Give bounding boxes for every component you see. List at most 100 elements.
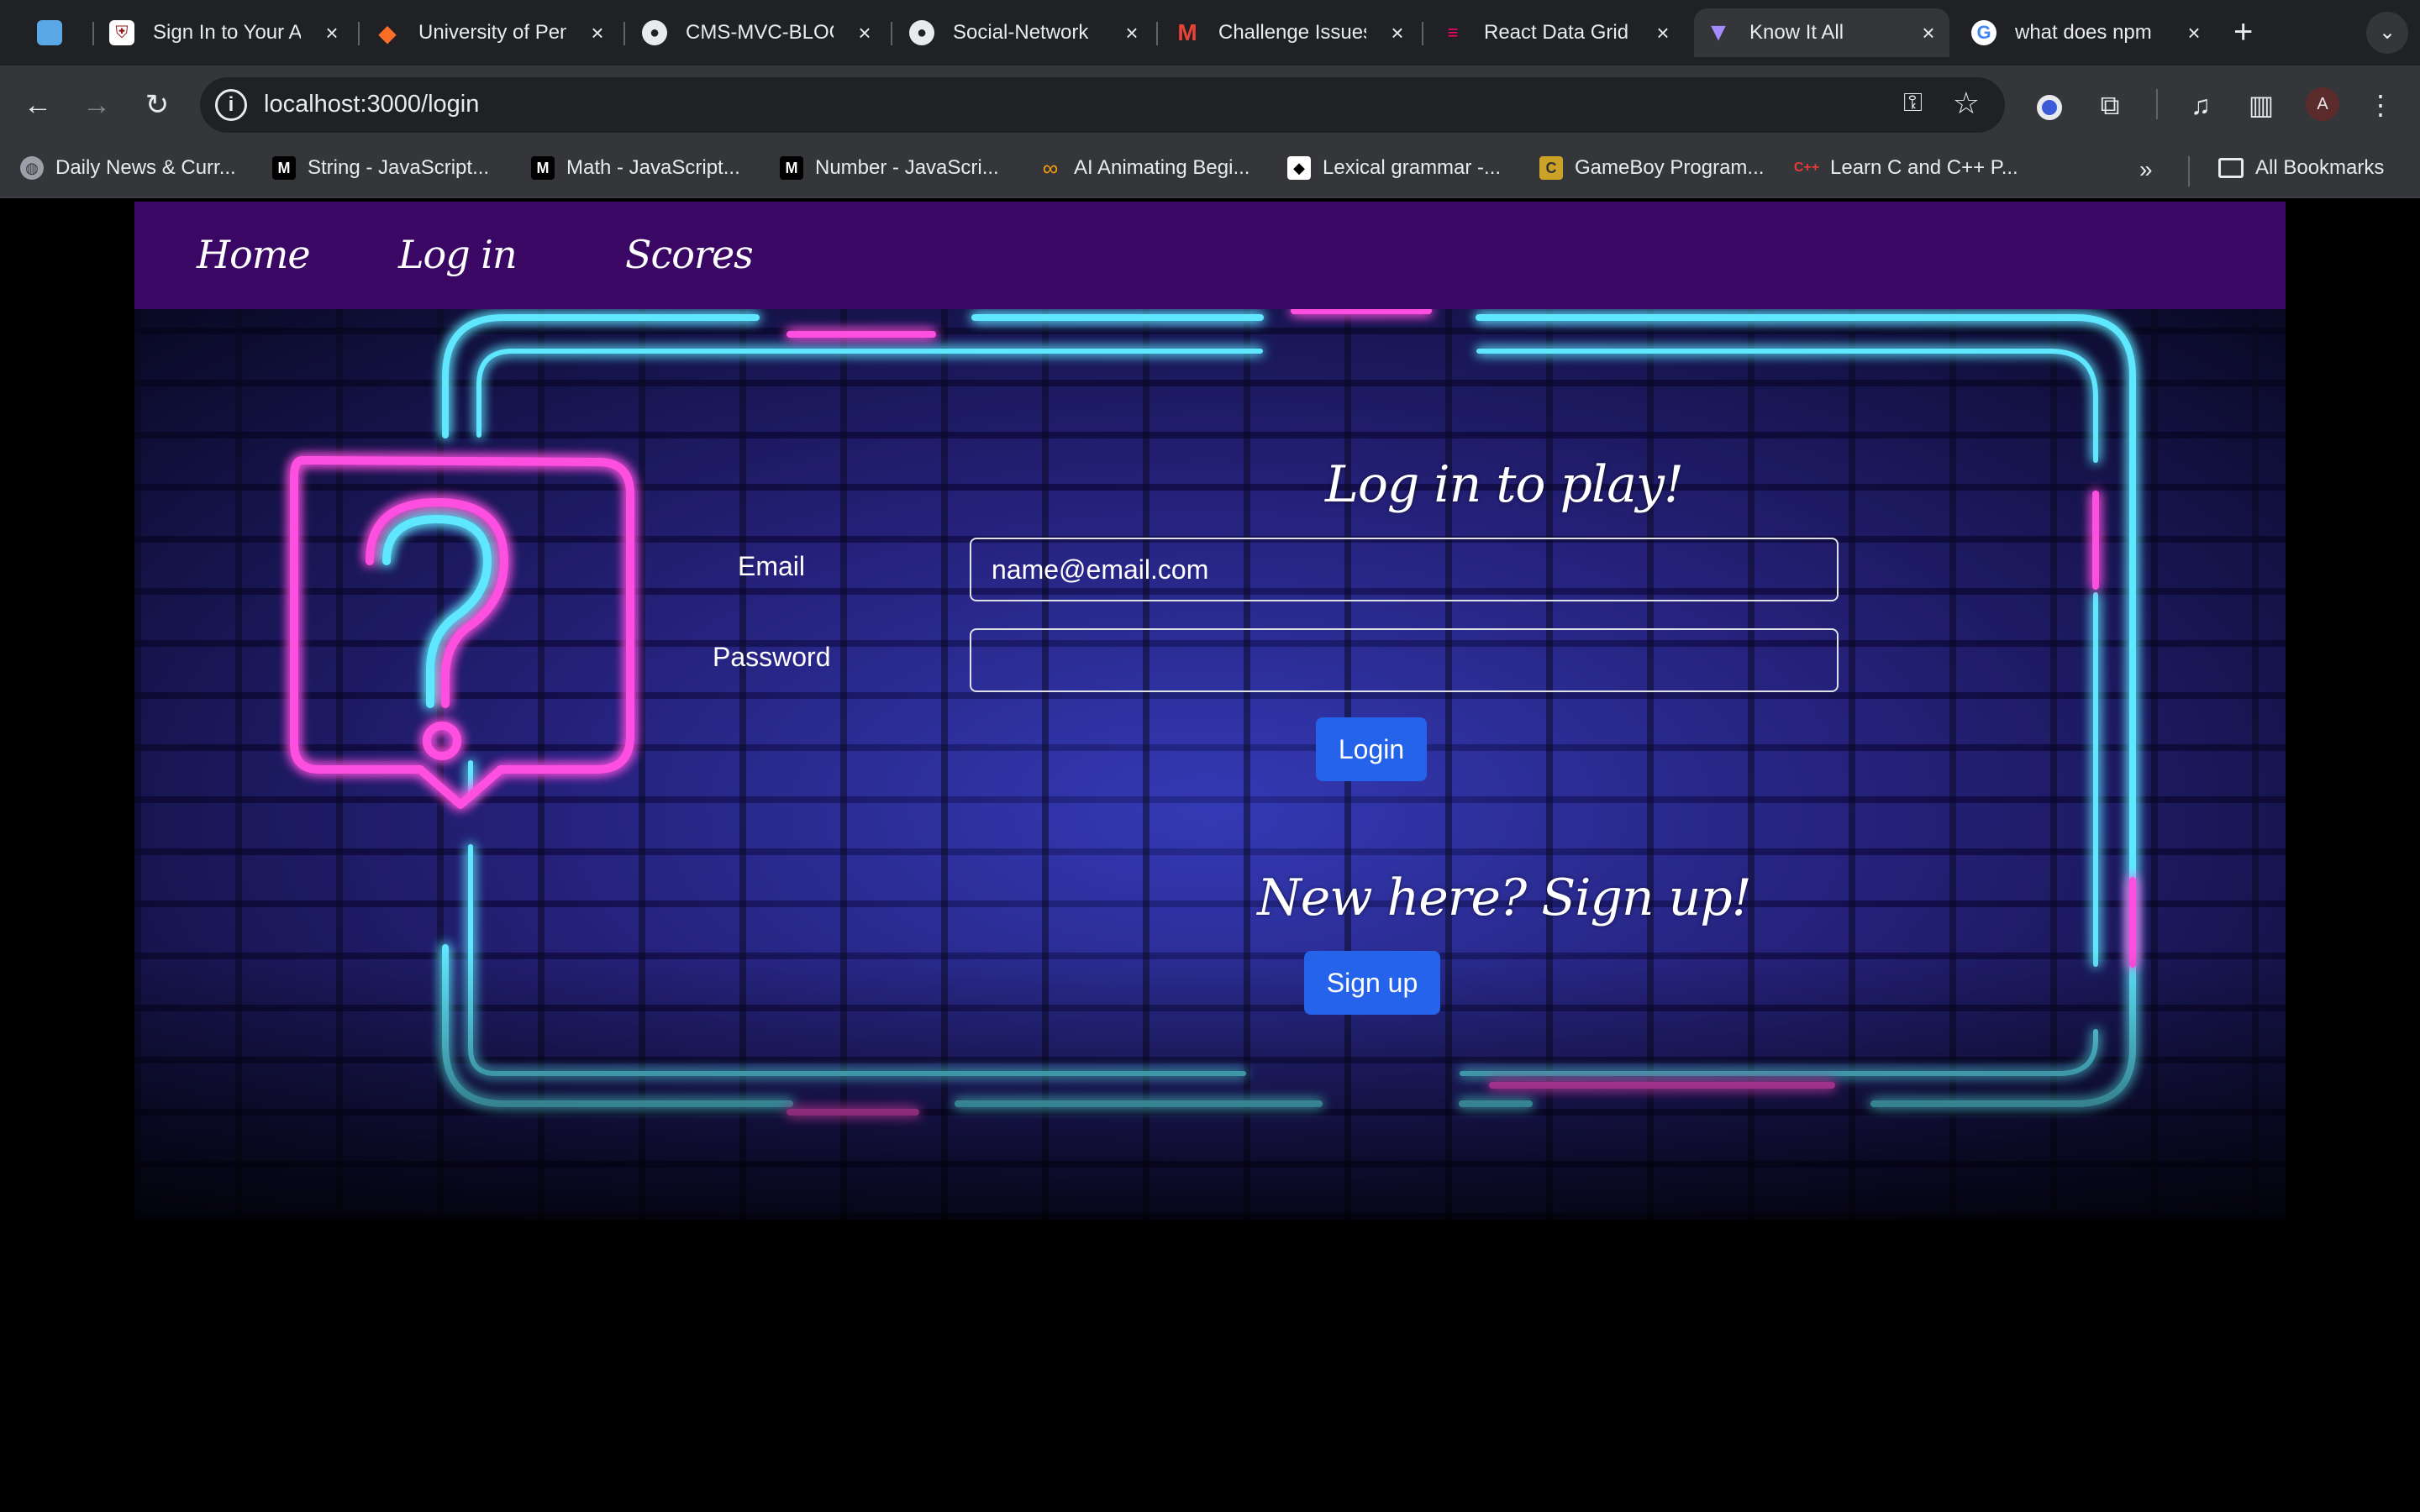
bookmark-label: Lexical grammar -... <box>1323 156 1502 179</box>
gmail-icon: M <box>1177 19 1197 45</box>
password-label: Password <box>713 642 831 672</box>
email-field[interactable]: name@email.com <box>970 538 1839 601</box>
email-label: Email <box>738 551 806 581</box>
tab-react-data-grid[interactable]: ≡ React Data Grid × <box>1440 8 1684 57</box>
bottom-vignette <box>134 309 2286 1220</box>
tab-know-it-all[interactable]: ▼ Know It All × <box>1694 8 1949 57</box>
mdn-icon: M <box>272 156 296 180</box>
vite-icon: ▼ <box>1706 18 1731 46</box>
tab-search-button[interactable]: ⌄ <box>2366 12 2408 54</box>
login-button[interactable]: Login <box>1316 717 1427 781</box>
nav-login-link[interactable]: Log in <box>398 232 518 277</box>
close-icon[interactable]: × <box>1916 20 1941 45</box>
tab-title: CMS-MVC-BLOG <box>686 21 834 44</box>
media-controls-icon[interactable]: ♫ <box>2180 84 2222 126</box>
toolbar-separator <box>2156 89 2158 119</box>
signup-button[interactable]: Sign up <box>1304 951 1440 1015</box>
tab-title: Know It All <box>1749 21 1844 44</box>
bookmarks-bar: ◍ Daily News & Curr... M String - JavaSc… <box>0 144 2420 198</box>
menu-icon[interactable]: ⋮ <box>2360 84 2402 126</box>
all-bookmarks-button[interactable]: All Bookmarks <box>2218 156 2384 180</box>
all-bookmarks-label: All Bookmarks <box>2255 156 2385 179</box>
bookmark-item[interactable]: ◆ Lexical grammar -... <box>1287 156 1501 180</box>
login-heading: Log in to play! <box>1324 455 1684 514</box>
bookmark-item[interactable]: M Math - JavaScript... <box>531 156 740 180</box>
bookmark-label: Daily News & Curr... <box>55 156 236 179</box>
close-icon[interactable]: × <box>585 20 610 45</box>
bookmark-label: String - JavaScript... <box>308 156 490 179</box>
bookmark-star-icon[interactable]: ☆ <box>1953 86 1980 121</box>
bookmark-label: AI Animating Begi... <box>1074 156 1250 179</box>
tab-separator <box>891 22 892 45</box>
bookmark-item[interactable]: C GameBoy Program... <box>1539 156 1764 180</box>
nav-scores-link[interactable]: Scores <box>625 232 754 277</box>
mdn-icon: M <box>531 156 555 180</box>
bookmark-label: Number - JavaScri... <box>815 156 999 179</box>
new-tab-button[interactable]: + <box>2233 15 2253 49</box>
tab-title: University of Pennsylvania <box>418 21 566 44</box>
back-button[interactable]: ← <box>17 84 59 126</box>
bookmarks-separator <box>2188 156 2190 186</box>
tab-title: Challenge Issues <box>1218 21 1366 44</box>
close-icon[interactable]: × <box>319 20 345 45</box>
bookmark-item[interactable]: ∞ AI Animating Begi... <box>1039 155 1250 181</box>
tab-social-network[interactable]: ● Social-Network × <box>909 8 1153 57</box>
bookmark-label: Learn C and C++ P... <box>1830 156 2018 179</box>
neon-brick-background <box>134 309 2286 1220</box>
bookmark-icon: ◆ <box>1287 156 1311 180</box>
bookmark-label: Math - JavaScript... <box>566 156 740 179</box>
reload-button[interactable]: ↻ <box>136 84 178 126</box>
address-bar[interactable]: i localhost:3000/login ⚿ ☆ <box>200 77 2005 133</box>
c-icon: C <box>1539 156 1563 180</box>
tab-google-search[interactable]: G what does npm × <box>1971 8 2215 57</box>
site-navbar: Home Log in Scores <box>134 202 2286 309</box>
url-text[interactable]: localhost:3000/login <box>264 91 479 118</box>
password-field[interactable] <box>970 628 1839 692</box>
signup-heading: New here? Sign up! <box>1257 869 1752 927</box>
tab-title: Sign In to Your Account <box>153 21 301 44</box>
tab-cms-mvc-blog[interactable]: ● CMS-MVC-BLOG × <box>642 8 886 57</box>
bookmark-item[interactable]: ◍ Daily News & Curr... <box>20 156 236 180</box>
bookmark-label: GameBoy Program... <box>1575 156 1765 179</box>
tab-sign-in[interactable]: ⛨ Sign In to Your Account × <box>109 8 353 57</box>
nav-home-link[interactable]: Home <box>197 232 311 277</box>
tab-separator <box>92 22 94 45</box>
bookmark-item[interactable]: M String - JavaScript... <box>272 156 489 180</box>
more-bookmarks-chevron-icon[interactable]: » <box>2139 156 2153 183</box>
page-viewport: Home Log in Scores Log in to play! Email… <box>134 202 2286 1220</box>
github-icon: ● <box>909 20 934 45</box>
infinity-icon: ∞ <box>1042 155 1059 181</box>
browser-tab-bar: ⛨ Sign In to Your Account × ◆ University… <box>0 0 2420 66</box>
extension-icon[interactable] <box>2028 84 2070 126</box>
close-icon[interactable]: × <box>1119 20 1144 45</box>
tab-challenge-issues[interactable]: M Challenge Issues × <box>1175 8 1418 57</box>
close-icon[interactable]: × <box>1385 20 1410 45</box>
tab-separator <box>358 22 360 45</box>
folder-icon <box>2218 158 2244 178</box>
close-icon[interactable]: × <box>2181 20 2207 45</box>
data-grid-icon: ≡ <box>1447 22 1459 43</box>
bookmark-item[interactable]: C++ Learn C and C++ P... <box>1794 156 2018 180</box>
site-info-icon[interactable]: i <box>215 89 247 121</box>
tab-title: Social-Network <box>953 21 1089 44</box>
tab-separator <box>1156 22 1158 45</box>
bookmark-item[interactable]: M Number - JavaScri... <box>780 156 999 180</box>
app-icon <box>37 20 62 45</box>
side-panel-icon[interactable]: ▥ <box>2240 84 2282 126</box>
close-icon[interactable]: × <box>852 20 877 45</box>
profile-avatar[interactable]: A <box>2306 87 2339 121</box>
tab-app[interactable] <box>37 8 71 57</box>
github-icon: ● <box>642 20 667 45</box>
google-icon: G <box>1971 20 1996 45</box>
extensions-puzzle-icon[interactable]: ⧉ <box>2089 84 2131 126</box>
forward-button[interactable]: → <box>76 84 118 126</box>
tab-title: what does npm <box>2015 21 2152 44</box>
gitlab-icon: ◆ <box>378 19 397 46</box>
tab-university[interactable]: ◆ University of Pennsylvania × <box>375 8 618 57</box>
close-icon[interactable]: × <box>1650 20 1676 45</box>
password-key-icon[interactable]: ⚿ <box>1903 89 1923 118</box>
browser-toolbar: ← → ↻ i localhost:3000/login ⚿ ☆ ⧉ ♫ ▥ ⋮ <box>0 66 2420 144</box>
tab-separator <box>1422 22 1423 45</box>
globe-icon: ◍ <box>20 156 44 180</box>
university-shield-icon: ⛨ <box>109 20 134 45</box>
